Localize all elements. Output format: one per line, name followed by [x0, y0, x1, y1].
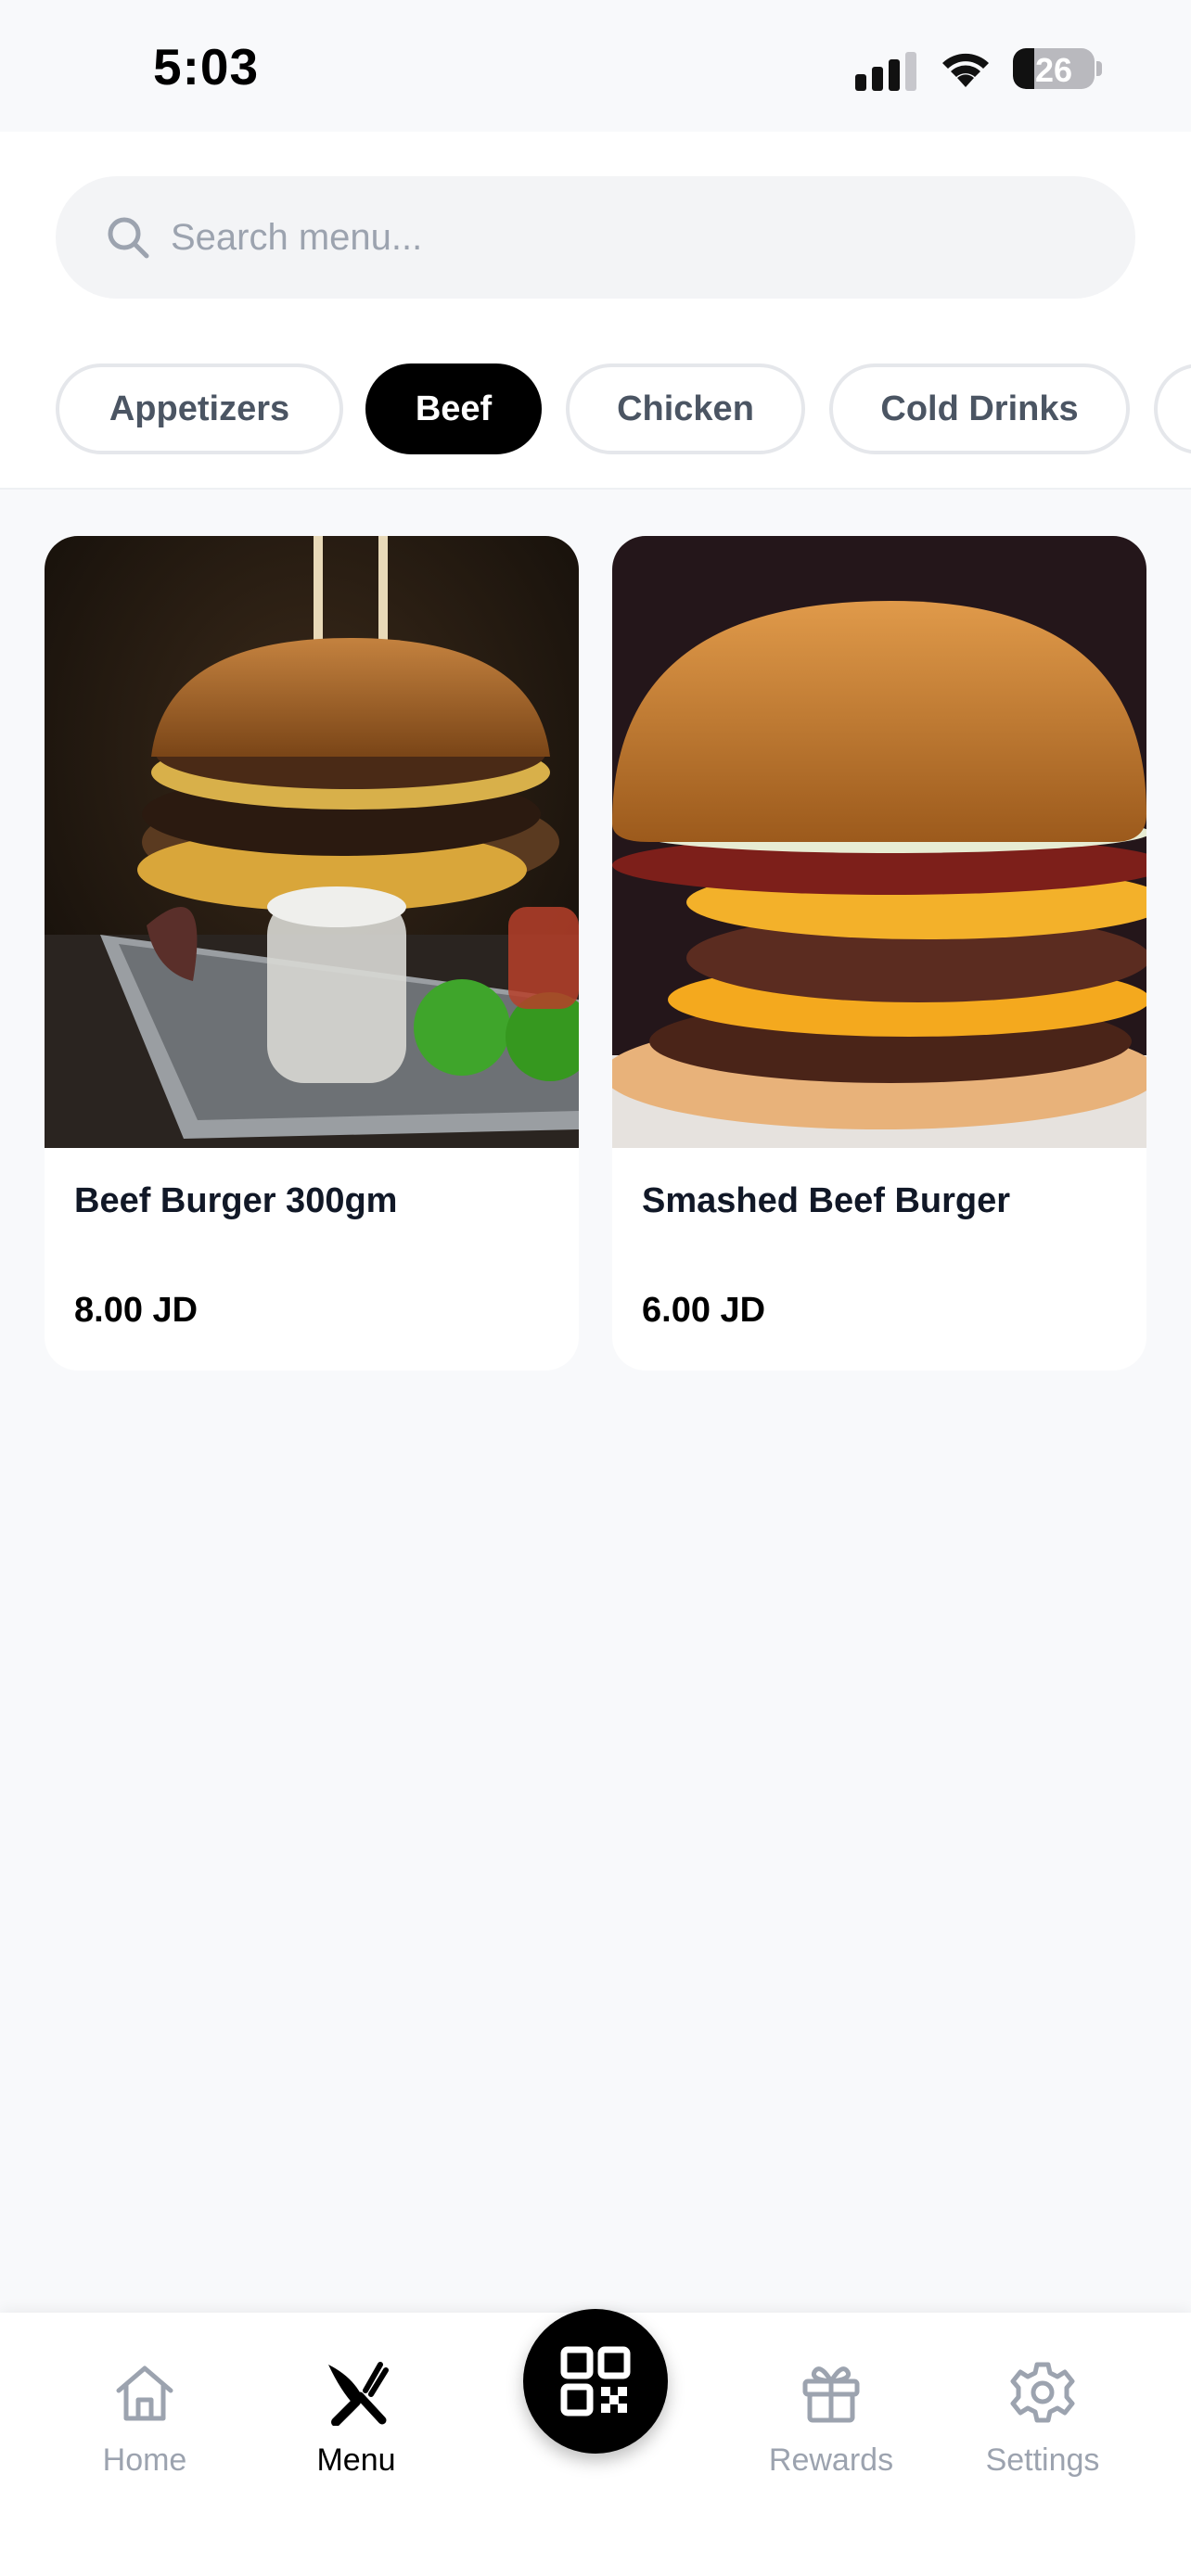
- nav-rewards-label: Rewards: [768, 2442, 894, 2478]
- gear-icon: [1010, 2362, 1075, 2423]
- nav-home-label: Home: [102, 2442, 187, 2478]
- chip-cold-drinks[interactable]: Cold Drinks: [829, 363, 1130, 454]
- chip-beef[interactable]: Beef: [365, 363, 542, 454]
- menu-header: Appetizers Beef Chicken Cold Drinks: [0, 132, 1191, 490]
- search-icon: [108, 217, 149, 259]
- qr-code-icon: [560, 2346, 631, 2417]
- product-price: 8.00 JD: [74, 1291, 198, 1330]
- product-image-smashed-burger: [612, 536, 1146, 1148]
- battery-cap: [1096, 61, 1102, 76]
- search-bar[interactable]: [56, 176, 1135, 299]
- nav-menu-label: Menu: [316, 2442, 396, 2478]
- product-image-beef-burger: [45, 536, 579, 1148]
- nav-settings-label: Settings: [985, 2442, 1100, 2478]
- status-bar: 5:03 26: [0, 0, 1191, 132]
- status-time: 5:03: [153, 38, 260, 96]
- menu-screen: 5:03 26 Appetizers Beef: [0, 0, 1191, 2576]
- chip-more[interactable]: [1154, 363, 1191, 454]
- search-input[interactable]: [171, 200, 1098, 274]
- chip-chicken[interactable]: Chicken: [566, 363, 805, 454]
- product-card[interactable]: Smashed Beef Burger 6.00 JD: [612, 536, 1146, 1371]
- nav-home[interactable]: Home: [52, 2313, 237, 2498]
- wifi-icon: [942, 53, 989, 87]
- nav-settings[interactable]: Settings: [950, 2313, 1135, 2498]
- category-chips: Appetizers Beef Chicken Cold Drinks: [56, 363, 1191, 456]
- product-name: Beef Burger 300gm: [74, 1181, 398, 1220]
- gift-icon: [802, 2366, 860, 2423]
- fork-knife-icon: [328, 2362, 389, 2426]
- product-card[interactable]: Beef Burger 300gm 8.00 JD: [45, 536, 579, 1371]
- nav-rewards[interactable]: Rewards: [738, 2313, 924, 2498]
- signal-icon: [855, 52, 916, 91]
- battery-icon: 26: [1013, 48, 1095, 89]
- product-price: 6.00 JD: [642, 1291, 766, 1330]
- home-icon: [116, 2366, 173, 2421]
- product-name: Smashed Beef Burger: [642, 1181, 1011, 1220]
- battery-level: 26: [1034, 51, 1073, 89]
- nav-menu[interactable]: Menu: [263, 2313, 449, 2498]
- qr-scan-button[interactable]: [523, 2309, 668, 2454]
- chip-appetizers[interactable]: Appetizers: [56, 363, 343, 454]
